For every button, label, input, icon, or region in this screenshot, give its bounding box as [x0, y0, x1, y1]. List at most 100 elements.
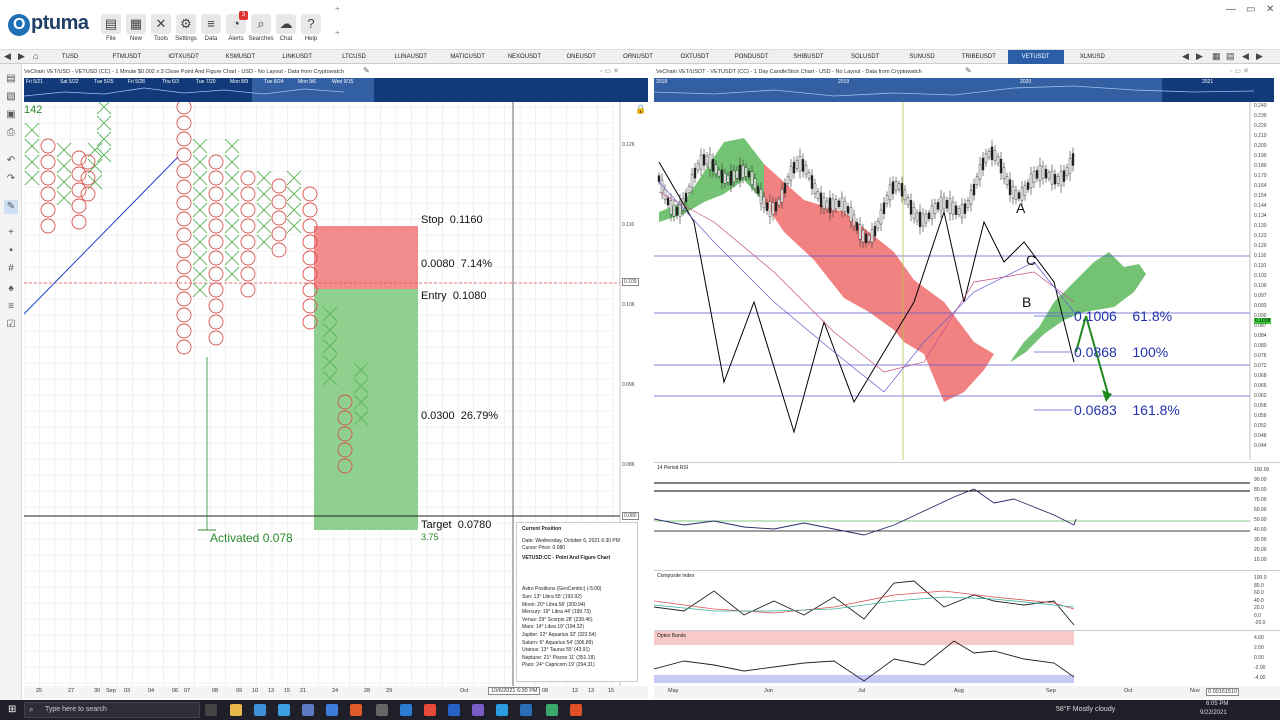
tab-pondusdt[interactable]: PONDUSDT: [724, 50, 780, 64]
activated-label: Activated 0.078: [210, 531, 293, 545]
pen-icon[interactable]: ✎: [4, 200, 18, 214]
grid-icon[interactable]: #: [4, 262, 18, 276]
y-tick-label: 0.080: [1254, 342, 1267, 349]
save-icon[interactable]: ▣: [4, 108, 18, 122]
ribbon-settings-button[interactable]: ⚙ Settings: [173, 14, 199, 42]
tab-linkusdt[interactable]: LINKUSDT: [269, 50, 325, 64]
ribbon-searches-button[interactable]: ⌕ Searches: [248, 14, 274, 42]
close-icon[interactable]: ✕: [1266, 4, 1274, 15]
ribbon-chat-button[interactable]: ☁ Chat: [273, 14, 299, 42]
tab-oneusdt[interactable]: ONEUSDT: [553, 50, 609, 64]
ribbon-help-button[interactable]: ? Help: [298, 14, 324, 42]
app-icon-8[interactable]: [570, 704, 582, 716]
ribbon-data-button[interactable]: ≡ Data: [198, 14, 224, 42]
tab-lunausdt[interactable]: LUNAUSDT: [383, 50, 439, 64]
info-title: Current Position: [522, 526, 562, 532]
tab-ornusdt[interactable]: ORNUSDT: [610, 50, 666, 64]
tab-tusd[interactable]: TUSD: [42, 50, 98, 64]
left-overview-strip[interactable]: Fri 5/21 Sat 5/22 Tue 5/25 Fri 5/28 Thu 6/3 T…: [23, 78, 648, 102]
ribbon-more-icon[interactable]: +: [335, 4, 340, 13]
weather-text[interactable]: 58°F Mostly cloudy: [1056, 706, 1115, 713]
rsi-label: 14 Period RSI: [657, 465, 689, 471]
app-icon-2[interactable]: [326, 704, 338, 716]
tab-ftmusdt[interactable]: FTMUSDT: [99, 50, 155, 64]
brush-icon[interactable]: ♠: [4, 282, 18, 296]
back-arrow-icon[interactable]: ◀: [4, 51, 11, 62]
y-tick-label: 0.044: [1254, 442, 1267, 449]
tab-scroll-right-icon[interactable]: ▶: [1196, 51, 1203, 62]
tab-vetusdt[interactable]: VETUSDT: [1007, 50, 1064, 64]
composite-index-panel[interactable]: Composite Index 100.0 80.0 60.0 40.0 20.0 0.0…: [653, 570, 1280, 628]
astro-row: Sun: 13° Libra 55' (193.92): [522, 593, 582, 600]
rsi-panel[interactable]: 14 Period RSI 100.00 90.00 80.00 70.00 60.00…: [653, 462, 1280, 568]
store-icon[interactable]: [278, 704, 290, 716]
chrome-icon[interactable]: [424, 704, 436, 716]
tab-options-icon[interactable]: ▤: [1226, 51, 1235, 62]
optuma-taskbar-icon[interactable]: [520, 704, 532, 716]
print-icon[interactable]: ⎙: [4, 126, 18, 140]
list-icon[interactable]: ≡: [4, 300, 18, 314]
stop-loss-zone: [314, 226, 418, 289]
file-explorer-icon[interactable]: [230, 704, 242, 716]
tab-scroll-right-2-icon[interactable]: ▶: [1256, 51, 1263, 62]
app-icon-3[interactable]: [376, 704, 388, 716]
optex-tick-label: -2.00: [1254, 665, 1266, 671]
home-icon[interactable]: ⌂: [33, 51, 38, 61]
clock-date[interactable]: 9/22/2021: [1200, 710, 1227, 716]
task-view-icon[interactable]: [205, 704, 217, 716]
brave-icon[interactable]: [350, 704, 362, 716]
tab-list-icon[interactable]: ▦: [1212, 51, 1221, 62]
tab-shibusdt[interactable]: SHIBUSDT: [780, 50, 836, 64]
undo-icon[interactable]: ↶: [4, 154, 18, 168]
taskbar-search-box[interactable]: ⌕ Type here to search: [24, 702, 200, 718]
chart-lock-icon[interactable]: 🔒: [635, 104, 646, 115]
edit-right-title-icon[interactable]: ✎: [965, 66, 972, 75]
tab-ksmusdt[interactable]: KSMUSDT: [212, 50, 268, 64]
ribbon-more-icon-2[interactable]: +: [335, 28, 340, 37]
minimize-icon[interactable]: —: [1226, 4, 1236, 15]
candle-chart-svg[interactable]: [654, 102, 1280, 460]
clock-time[interactable]: 6:05 PM: [1206, 701, 1228, 707]
app-icon-6[interactable]: [496, 704, 508, 716]
tab-oxtusdt[interactable]: OXTUSDT: [667, 50, 723, 64]
app-icon-5[interactable]: [472, 704, 484, 716]
windows-start-icon[interactable]: ⊞: [8, 704, 16, 715]
tab-xlmusd[interactable]: XLMUSD: [1064, 50, 1120, 64]
forward-arrow-icon[interactable]: ▶: [18, 51, 25, 62]
candlestick-chart[interactable]: A B C 0.1006 61.8% 0.0868 100% 0.0683 16…: [654, 102, 1280, 460]
ribbon-tools-button[interactable]: ✕ Tools: [148, 14, 174, 42]
optex-bands-panel[interactable]: Optex Bands 4.00 2.00 0.00 -2.00 -4.00: [653, 630, 1280, 686]
ribbon-file-button[interactable]: ▤ File: [98, 14, 124, 42]
edge-icon[interactable]: [400, 704, 412, 716]
app-icon-1[interactable]: [302, 704, 314, 716]
left-panel-options-icon[interactable]: ◦ ▭ ✕: [600, 67, 619, 75]
ci-svg: [653, 580, 1075, 626]
checklist-icon[interactable]: ☑: [4, 318, 18, 332]
restore-icon[interactable]: ▭: [1246, 4, 1255, 15]
x-tick-label: Aug: [954, 688, 964, 694]
image-icon[interactable]: ▧: [4, 90, 18, 104]
layout-icon[interactable]: ▤: [4, 72, 18, 86]
app-icon-4[interactable]: [448, 704, 460, 716]
app-icon-7[interactable]: [546, 704, 558, 716]
tab-nexousdt[interactable]: NEXOUSDT: [496, 50, 552, 64]
ribbon-alerts-button[interactable]: ◔ 3 Alerts: [223, 11, 249, 42]
tab-ltcusd[interactable]: LTCUSD: [326, 50, 382, 64]
right-overview-strip[interactable]: 2018 2019 2020 2021: [653, 78, 1274, 102]
crosshair-icon[interactable]: +: [4, 226, 18, 240]
lock-icon[interactable]: ▪: [4, 244, 18, 258]
ribbon-new-button[interactable]: ▦ New: [123, 14, 149, 42]
edit-title-icon[interactable]: ✎: [363, 66, 370, 75]
tab-scroll-left-2-icon[interactable]: ◀: [1242, 51, 1249, 62]
mail-icon[interactable]: [254, 704, 266, 716]
tab-solusdt[interactable]: SOLUSDT: [837, 50, 893, 64]
point-a-label: A: [1016, 200, 1026, 216]
right-panel-options-icon[interactable]: ◦ ▭ ✕: [1230, 67, 1249, 75]
tab-sunusd[interactable]: SUNUSD: [894, 50, 950, 64]
redo-icon[interactable]: ↷: [4, 172, 18, 186]
tab-maticusdt[interactable]: MATICUSDT: [440, 50, 496, 64]
tab-tribeusdt[interactable]: TRIBEUSDT: [951, 50, 1007, 64]
tab-iotxusdt[interactable]: IOTXUSDT: [156, 50, 212, 64]
tab-scroll-left-icon[interactable]: ◀: [1182, 51, 1189, 62]
astro-row: Venus: 29° Scorpio 28' (239.46): [522, 616, 593, 623]
